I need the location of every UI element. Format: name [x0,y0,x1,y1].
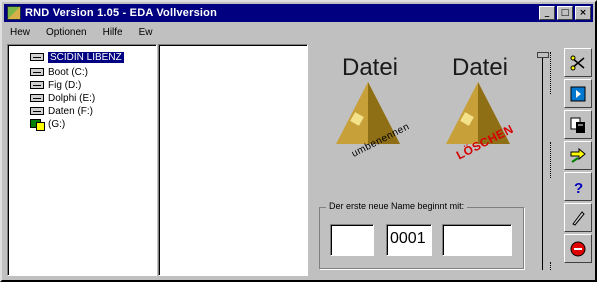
app-icon[interactable] [7,6,21,20]
window-title: RND Version 1.05 - EDA Vollversion [25,7,218,19]
start-number-group: Der erste neue Name beginnt mit: 0001 [319,201,524,269]
prefix-input[interactable] [330,224,374,256]
drive-item[interactable]: Dolphi (E:) [30,92,95,104]
drive-label: Fig (D:) [48,79,82,91]
copy-button[interactable] [564,110,592,139]
drive-item[interactable]: SCIDIN LIBENZ [30,51,124,63]
drive-item[interactable]: (G:) [30,118,66,131]
title-buttons: _ □ × [539,6,591,20]
cut-button[interactable] [564,48,592,77]
start-number-legend: Der erste neue Name beginnt mit: [326,201,468,211]
help-icon: ? [574,180,583,196]
slider-handle[interactable] [537,52,549,58]
drive-item[interactable]: Boot (C:) [30,66,88,78]
drive-list[interactable]: SCIDIN LIBENZ Boot (C:) Fig (D:) Dolphi … [7,44,157,276]
delete-title: Datei [451,54,509,81]
slider-track [542,54,543,270]
drive-icon [30,68,44,76]
exit-icon [570,241,586,256]
drive-label: Daten (F:) [48,105,94,117]
rename-file-button[interactable]: Datei umbenennen [314,54,426,166]
start-number-input[interactable]: 0001 [386,224,432,256]
edit-button[interactable] [564,203,592,232]
drive-icon [30,53,44,61]
drive-item[interactable]: Fig (D:) [30,79,81,91]
suffix-input[interactable] [442,224,512,256]
minimize-button[interactable]: _ [539,6,555,20]
menu-extra[interactable]: Ew [139,27,153,38]
close-button[interactable]: × [575,6,591,20]
slider-ticks [550,52,552,94]
play-icon [570,86,586,101]
drive-label: SCIDIN LIBENZ [48,51,124,63]
file-list[interactable] [158,44,308,276]
drive-icon [30,81,44,89]
help-button[interactable]: ? [564,172,592,201]
drive-label: (G:) [48,118,66,130]
rename-title: Datei [341,54,399,81]
title-bar[interactable]: RND Version 1.05 - EDA Vollversion _ □ × [4,4,593,22]
tool-bar: ? [564,48,594,274]
menu-bar: Hew Optionen Hilfe Ew [4,24,593,40]
edit-icon [572,210,585,226]
cut-icon [570,55,585,70]
copy-icon [570,117,585,133]
app-window: RND Version 1.05 - EDA Vollversion _ □ ×… [0,0,597,282]
drive-icon [30,107,44,115]
exit-button[interactable] [564,234,592,263]
slider-ticks [550,142,552,178]
delete-file-button[interactable]: Datei LÖSCHEN [424,54,536,166]
menu-options[interactable]: Optionen [46,27,87,38]
transfer-icon [570,147,586,163]
drive-label: Dolphi (E:) [48,92,96,104]
menu-file[interactable]: Hew [10,27,30,38]
drive-item[interactable]: Daten (F:) [30,105,93,117]
svg-text:?: ? [574,180,583,196]
menu-help[interactable]: Hilfe [103,27,123,38]
drive-icon [30,94,44,102]
maximize-button[interactable]: □ [557,6,573,20]
slider-ticks [550,262,552,270]
vertical-slider[interactable] [537,48,549,272]
play-button[interactable] [564,79,592,108]
network-icon [30,119,45,131]
transfer-button[interactable] [564,141,592,170]
drive-label: Boot (C:) [48,66,89,78]
